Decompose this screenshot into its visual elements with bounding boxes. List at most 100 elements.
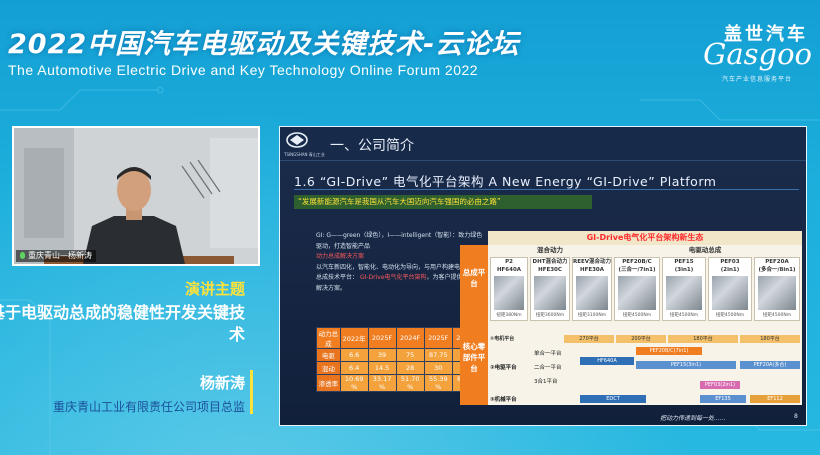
para-highlight-1: 动力总成解决方案	[316, 253, 365, 260]
card-name: REEV混合动力	[573, 259, 612, 265]
topic-title: 基于电驱动总成的稳健性开发关键技术	[0, 303, 245, 344]
card-sub: (三合一/7in1)	[618, 267, 656, 273]
card-image	[758, 276, 796, 310]
table-header-cell: 2025F	[423, 327, 453, 349]
speaker-accent-bar	[250, 370, 253, 414]
row-label-drive: ②电驱平台	[490, 365, 517, 371]
table-cell: 87.75	[423, 348, 453, 362]
card-foot: 扭矩4500Nm	[669, 313, 699, 318]
card-sub: (多合一/8in1)	[758, 267, 796, 273]
speaker-webcam: 重庆青山—杨新涛	[12, 126, 260, 266]
mic-icon	[20, 252, 25, 259]
card-image	[494, 276, 524, 310]
table-header-cell: 动力总成	[316, 327, 341, 349]
slide-slogan: “发展新能源汽车是我国从汽车大国迈向汽车强国的必由之路”	[294, 195, 592, 209]
table-row: 渗透率 10.69 % 33.17 % 51.70 % 55.39 % 87.8…	[316, 374, 482, 392]
strip-180a: 180平台	[668, 335, 738, 343]
category-electric: 电驱动总成	[688, 246, 722, 254]
strip-180b: 180平台	[740, 335, 800, 343]
card-image	[666, 276, 702, 310]
table-cell: 75	[395, 348, 425, 362]
table-row: 电驱 6.6 39 75 87.75 153	[316, 348, 482, 362]
table-cell: 6.6	[339, 348, 369, 362]
row-sub-3: 3合1平台	[534, 379, 558, 385]
card-name: PEF03	[720, 259, 740, 265]
card-image	[534, 276, 566, 310]
strip-270: 270平台	[564, 335, 614, 343]
webcam-name-tag: 重庆青山—杨新涛	[16, 250, 96, 262]
table-row: 混动 6.4 14.5 28 30 220	[316, 361, 482, 375]
platform-card-p2: P2 HF640A 扭矩380Nm	[490, 257, 528, 321]
slide-page-number: 8	[794, 413, 798, 420]
table-cell: 33.17 %	[367, 374, 397, 392]
card-sub: HFE30C	[538, 267, 562, 273]
platform-card-pef20bc: PEF20B/C (三合一/7in1) 扭矩4500Nm	[614, 257, 660, 321]
card-sub: (2in1)	[720, 267, 740, 273]
speaker-position: 重庆青山工业有限责任公司项目总监	[52, 400, 245, 414]
card-image	[618, 276, 656, 310]
table-cell: 55.39 %	[423, 374, 453, 392]
slide-content: TSINGSHAN 青山工业 一、公司简介 1.6 “GI-Drive” 电气化…	[280, 127, 806, 425]
slide-logo-text: TSINGSHAN 青山工业	[284, 152, 325, 157]
slide-footer-slogan: 把动力传递到每一处……	[660, 415, 727, 422]
presentation-slide: TSINGSHAN 青山工业 一、公司简介 1.6 “GI-Drive” 电气化…	[279, 126, 807, 426]
table-cell: 10.69 %	[339, 374, 369, 392]
table-cell: 6.4	[339, 361, 369, 375]
side-label-assembly: 总成平台	[462, 268, 486, 288]
platform-card-dht: DHT混合动力 HFE30C 扭矩3600Nm	[530, 257, 570, 321]
topic-label: 演讲主题	[184, 280, 245, 298]
card-image	[712, 276, 748, 310]
card-foot: 扭矩4500Nm	[622, 313, 652, 318]
platform-card-pef03: PEF03 (2in1) 扭矩4500Nm	[708, 257, 752, 321]
webcam-name-text: 重庆青山—杨新涛	[28, 251, 92, 260]
platform-card-pef20a: PEF20A (多合一/8in1) 扭矩4500Nm	[754, 257, 800, 321]
card-sub: (3in1)	[674, 267, 694, 273]
stream-stage: 2022中国汽车电驱动及关键技术-云论坛 The Automotive Elec…	[0, 0, 820, 455]
card-name: DHT混合动力	[532, 259, 568, 265]
table-cell: 14.5	[367, 361, 397, 375]
table-cell: 39	[367, 348, 397, 362]
slide-header: TSINGSHAN 青山工业 一、公司简介	[280, 127, 806, 161]
row-sub-1: 单合一平台	[534, 351, 562, 357]
platform-card-reev: REEV混合动力 HFE30A 扭矩3100Nm	[572, 257, 612, 321]
card-foot: 扭矩3600Nm	[535, 313, 565, 318]
table-row-label: 渗透率	[316, 374, 341, 392]
card-sub: HFE30A	[579, 267, 605, 273]
table-row-label: 混动	[316, 361, 341, 375]
tsingshan-logo-icon	[286, 132, 308, 148]
logo-subtitle: 汽车产业信息服务平台	[721, 76, 792, 83]
row-sub-2: 二合一平台	[534, 365, 562, 371]
para-highlight-2: GI-Drive电气化平台架构	[359, 274, 427, 281]
card-name: PEF20A	[765, 259, 789, 265]
card-foot: 扭矩380Nm	[496, 313, 522, 318]
bar-ef112: EF112	[750, 395, 800, 403]
platform-card-pef15: PEF15 (3in1) 扭矩4500Nm	[662, 257, 706, 321]
table-header-cell: 2024F	[395, 327, 425, 349]
table-header-row: 动力总成 2022年 2025F 2024F 2025F 2030F	[316, 327, 482, 349]
bar-pef20a: PEF20A(多合)	[740, 361, 800, 369]
row-label-mechanical: ③机械平台	[490, 397, 517, 403]
card-sub: HF640A	[496, 267, 522, 273]
para-1: GI: G——green（绿色），I——intelligent（智能）：致力绿色…	[316, 232, 483, 250]
strip-200: 200平台	[616, 335, 666, 343]
card-foot: 扭矩3100Nm	[577, 313, 607, 318]
card-image	[576, 276, 608, 310]
table-cell: 28	[395, 361, 425, 375]
table-header-cell: 2025F	[367, 327, 397, 349]
logo-en-text: Gasgoo	[703, 37, 812, 71]
card-foot: 扭矩4500Nm	[715, 313, 745, 318]
forecast-table: 动力总成 2022年 2025F 2024F 2025F 2030F 电驱 6.…	[316, 327, 482, 392]
slide-title-divider	[294, 189, 799, 190]
bar-pef03: PEF03(2in1)	[700, 381, 740, 389]
speaker-name: 杨新涛	[199, 374, 245, 392]
side-label-core: 核心零部件平台	[462, 342, 486, 373]
bar-hf640a: HF640A	[580, 357, 634, 365]
slide-title: 1.6 “GI-Drive” 电气化平台架构 A New Energy “GI-…	[294, 174, 717, 189]
forum-title-cn: 2022中国汽车电驱动及关键技术-云论坛	[8, 29, 520, 60]
bar-ef135: EF135	[700, 395, 746, 403]
slide-section-title: 一、公司简介	[330, 138, 414, 154]
table-header-cell: 2022年	[339, 327, 369, 349]
bar-pef20bc: PEF20B/C(7in1)	[636, 347, 702, 355]
card-name: PEF15	[674, 259, 694, 265]
bar-edct: EDCT	[580, 395, 646, 403]
